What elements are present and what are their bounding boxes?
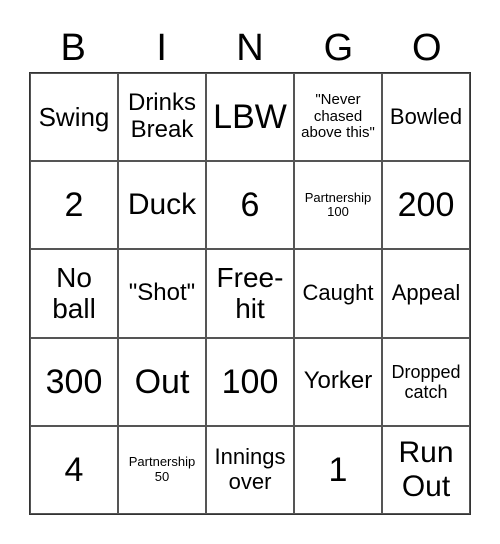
bingo-cell[interactable]: "Shot"	[118, 249, 206, 338]
bingo-cell[interactable]: Appeal	[382, 249, 470, 338]
header-letter-o: O	[412, 27, 442, 69]
bingo-cell[interactable]: Partnership 100	[294, 161, 382, 250]
bingo-cell[interactable]: Caught	[294, 249, 382, 338]
header-letter-b: B	[60, 27, 86, 69]
bingo-cell[interactable]: 100	[206, 337, 294, 426]
bingo-cell[interactable]: 1	[294, 425, 382, 514]
bingo-cell[interactable]: Yorker	[294, 337, 382, 426]
bingo-cell[interactable]: "Never chased above this"	[294, 73, 382, 162]
bingo-cell[interactable]: 300	[30, 337, 118, 426]
bingo-cell[interactable]: Free-hit	[206, 249, 294, 338]
bingo-cell[interactable]: 200	[382, 161, 470, 250]
bingo-cell[interactable]: Dropped catch	[382, 337, 470, 426]
bingo-cell[interactable]: LBW	[206, 73, 294, 162]
bingo-cell[interactable]: Innings over	[206, 425, 294, 514]
bingo-header: B I N G O	[29, 24, 471, 72]
header-letter-n: N	[236, 27, 264, 69]
bingo-cell[interactable]: Out	[118, 337, 206, 426]
bingo-cell[interactable]: Bowled	[382, 73, 470, 162]
bingo-cell[interactable]: 6	[206, 161, 294, 250]
bingo-grid: Swing Drinks Break LBW "Never chased above …	[29, 72, 471, 515]
bingo-cell[interactable]: 2	[30, 161, 118, 250]
bingo-cell[interactable]: Swing	[30, 73, 118, 162]
bingo-cell[interactable]: No ball	[30, 249, 118, 338]
bingo-cell[interactable]: Duck	[118, 161, 206, 250]
header-letter-g: G	[323, 27, 354, 69]
bingo-cell[interactable]: Drinks Break	[118, 73, 206, 162]
header-letter-i: I	[156, 27, 167, 69]
bingo-cell[interactable]: Partnership 50	[118, 425, 206, 514]
bingo-cell[interactable]: Run Out	[382, 425, 470, 514]
bingo-cell[interactable]: 4	[30, 425, 118, 514]
